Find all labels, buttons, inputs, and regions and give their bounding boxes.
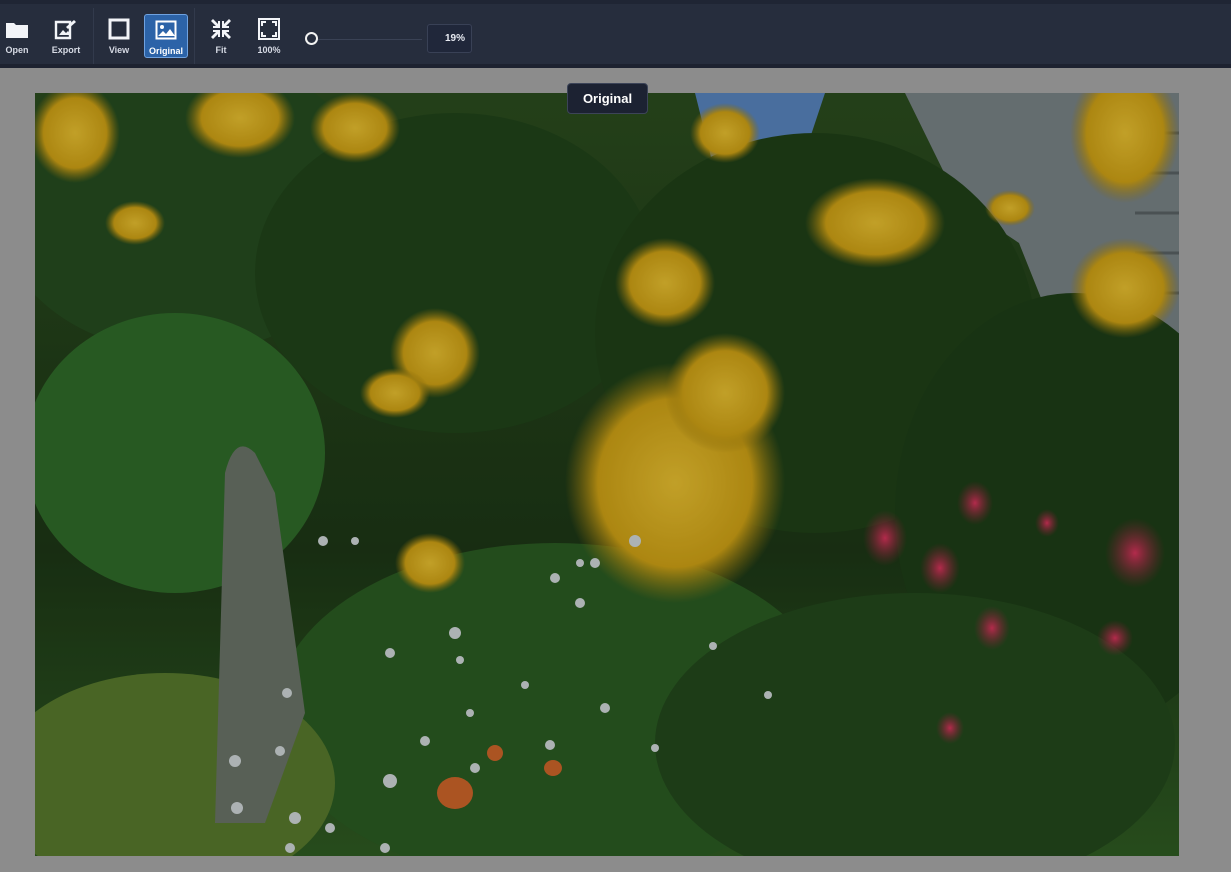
zoom-value-display[interactable]: 19% [427,24,472,53]
original-label: Original [148,46,183,56]
toolbar: Open Export View Original Fit 100% 19% [0,0,1231,68]
expand-icon [257,17,281,41]
actual-size-label: 100% [257,45,281,55]
export-label: Export [51,45,81,55]
original-button[interactable]: Original [144,14,188,58]
toolbar-separator [93,8,94,68]
fit-label: Fit [215,45,227,55]
zoom-slider-track[interactable] [318,39,422,40]
open-button[interactable]: Open [0,14,39,58]
toolbar-separator [194,8,195,68]
export-icon [54,17,78,41]
zoom-slider-handle[interactable] [305,32,318,45]
open-label: Open [5,45,29,55]
export-button[interactable]: Export [44,14,88,58]
image-icon [154,18,178,42]
square-icon [107,17,131,41]
image-canvas[interactable] [35,93,1179,856]
original-tooltip: Original [567,83,648,114]
folder-icon [5,17,29,41]
fit-button[interactable]: Fit [199,14,243,58]
compress-icon [209,17,233,41]
toolbar-edge [0,64,1231,68]
garden-photo [35,93,1179,856]
view-button[interactable]: View [97,14,141,58]
view-label: View [108,45,130,55]
actual-size-button[interactable]: 100% [247,14,291,58]
